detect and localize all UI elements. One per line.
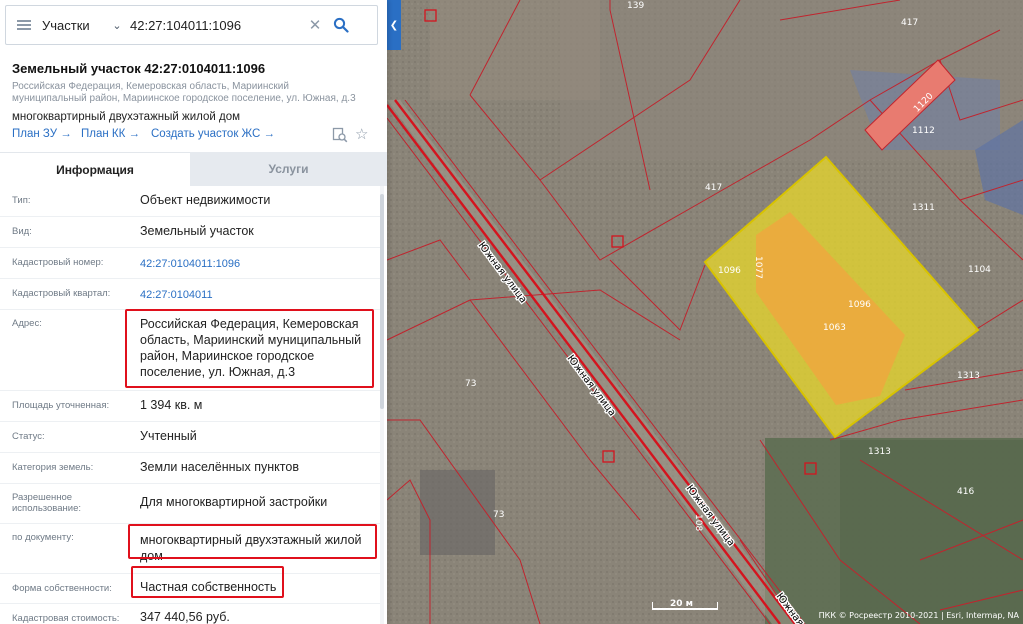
parcel-label: 1104 xyxy=(968,265,991,275)
row-value: Для многоквартирной застройки xyxy=(140,495,328,509)
collapse-panel-button[interactable]: ❮ xyxy=(387,0,401,50)
close-icon[interactable]: ✕ xyxy=(304,16,326,34)
tab-information[interactable]: Информация xyxy=(0,152,190,186)
star-icon[interactable]: ☆ xyxy=(355,125,368,143)
parcel-label: 1096 xyxy=(848,300,871,310)
row-value: Земельный участок xyxy=(140,224,254,238)
row-label: Статус: xyxy=(12,431,45,442)
row-label: Кадастровая стоимость: xyxy=(12,613,120,624)
row-value: Учтенный xyxy=(140,429,197,443)
page-title: Земельный участок 42:27:0104011:1096 xyxy=(12,61,266,76)
parcel-label: 73 xyxy=(493,510,504,520)
tab-bar: Информация Услуги xyxy=(0,152,387,186)
row-label: Кадастровый номер: xyxy=(12,257,104,268)
search-input[interactable] xyxy=(126,17,304,33)
row-label: Форма собственности: xyxy=(12,583,112,594)
parcel-label: 1311 xyxy=(912,203,935,213)
chevron-left-icon: ❮ xyxy=(389,19,399,31)
map-scale-label: 20 м xyxy=(670,599,694,609)
parcel-label: 1096 xyxy=(718,266,741,276)
parcel-label: 416 xyxy=(957,487,974,497)
row-label: Категория земель: xyxy=(12,462,94,473)
row-label: Кадастровый квартал: xyxy=(12,288,111,299)
highlight-box-address xyxy=(125,309,374,388)
address-subtitle: Российская Федерация, Кемеровская област… xyxy=(12,81,356,104)
row-label: Площадь уточненная: xyxy=(12,400,110,411)
highlight-box-ownership xyxy=(131,566,284,598)
cad-number-link[interactable]: 42:27:0104011:1096 xyxy=(140,256,372,272)
scrollbar-thumb[interactable] xyxy=(380,194,384,409)
row-value: 347 440,56 руб. xyxy=(140,610,230,624)
arrow-right-icon: → xyxy=(263,128,276,140)
info-row-cad-quarter: Кадастровый квартал: 42:27:0104011 xyxy=(0,279,380,310)
parcel-label: 1112 xyxy=(912,126,935,136)
tab-services[interactable]: Услуги xyxy=(190,152,387,186)
plan-kk-link[interactable]: План КК → xyxy=(81,128,140,140)
cad-quarter-link[interactable]: 42:27:0104011 xyxy=(140,287,372,303)
parcel-label: 73 xyxy=(465,379,476,389)
info-row-cad-number: Кадастровый номер: 42:27:0104011:1096 xyxy=(0,248,380,279)
info-row-category: Категория земель: Земли населённых пункт… xyxy=(0,453,380,484)
parcel-label: 1063 xyxy=(823,323,846,333)
info-row-status: Статус: Учтенный xyxy=(0,422,380,453)
row-label: Тип: xyxy=(12,195,31,206)
panel-scrollbar[interactable] xyxy=(380,186,384,624)
row-value: 1 394 кв. м xyxy=(140,398,203,412)
parcel-label: 108 xyxy=(693,514,703,531)
search-icon[interactable] xyxy=(326,17,356,33)
satellite-building xyxy=(420,470,495,555)
info-row-type: Тип: Объект недвижимости xyxy=(0,186,380,217)
row-value: Объект недвижимости xyxy=(140,193,271,207)
parcel-label: 139 xyxy=(627,1,644,11)
info-row-cad-value: Кадастровая стоимость: 347 440,56 руб. xyxy=(0,604,380,624)
map-attribution: ПКК © Росреестр 2010-2021 | Esri, Interm… xyxy=(818,611,1019,620)
search-type-select[interactable]: Участки xyxy=(42,18,108,33)
row-label: Адрес: xyxy=(12,318,42,329)
row-value: Земли населённых пунктов xyxy=(140,460,299,474)
chevron-down-icon[interactable]: ⌄ xyxy=(108,19,126,32)
info-row-permitted-use: Разрешенное использование: Для многоквар… xyxy=(0,484,380,524)
row-label: Вид: xyxy=(12,226,32,237)
row-label: Разрешенное использование: xyxy=(12,492,82,514)
highlight-box-document xyxy=(128,524,377,559)
info-panel: Участки ⌄ ✕ Земельный участок 42:27:0104… xyxy=(0,0,387,624)
document-search-icon[interactable] xyxy=(332,127,348,146)
info-row-kind: Вид: Земельный участок xyxy=(0,217,380,248)
parcel-label: 1077 xyxy=(753,256,763,279)
arrow-right-icon: → xyxy=(60,128,72,140)
plan-zu-link[interactable]: План ЗУ → xyxy=(12,128,72,140)
row-label: по документу: xyxy=(12,532,74,543)
satellite-patch-2 xyxy=(430,0,600,100)
info-row-area: Площадь уточненная: 1 394 кв. м xyxy=(0,391,380,422)
menu-icon[interactable] xyxy=(6,5,42,45)
parcel-label: 417 xyxy=(705,183,722,193)
action-links: План ЗУ → План КК → Создать участок ЖС →… xyxy=(12,125,377,146)
create-zhs-link[interactable]: Создать участок ЖС → xyxy=(151,128,275,140)
purpose-text: многоквартирный двухэтажный жилой дом xyxy=(12,111,240,123)
parcel-label: 1313 xyxy=(868,447,891,457)
parcel-label: 417 xyxy=(901,18,918,28)
object-header: Земельный участок 42:27:0104011:1096 Рос… xyxy=(12,61,377,123)
search-bar: Участки ⌄ ✕ xyxy=(5,5,378,45)
arrow-right-icon: → xyxy=(128,128,141,140)
parcel-label: 1313 xyxy=(957,371,980,381)
